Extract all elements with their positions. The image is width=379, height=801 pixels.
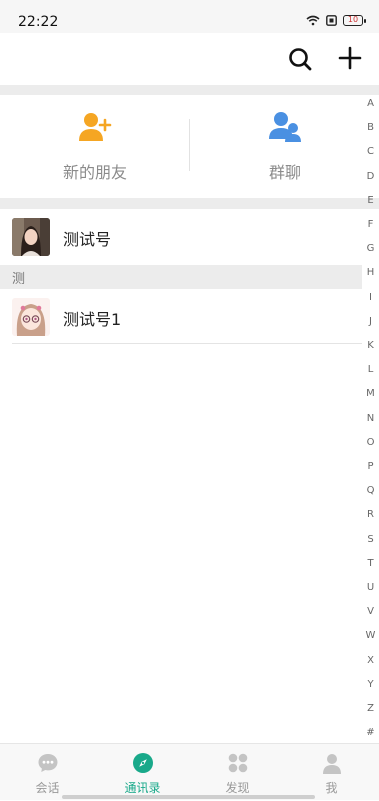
contact-row[interactable]: 测试号 (0, 209, 362, 264)
bottom-nav: 会话 通讯录 发现 我 (0, 743, 379, 800)
index-letter[interactable]: A (362, 98, 379, 109)
section-letter: 测 (12, 272, 26, 287)
chat-icon (38, 754, 57, 772)
index-letter[interactable]: L (362, 364, 379, 375)
index-letter[interactable]: G (362, 243, 379, 254)
index-letter[interactable]: O (362, 437, 379, 448)
add-friend-icon (79, 113, 112, 141)
search-icon[interactable] (287, 46, 313, 72)
index-letter[interactable]: # (362, 727, 379, 738)
nav-contacts[interactable]: 通讯录 (95, 744, 190, 801)
nav-discover-label: 发现 (225, 781, 250, 795)
index-letter[interactable]: R (362, 509, 379, 520)
index-letter[interactable]: Y (362, 679, 379, 690)
index-letter[interactable]: C (362, 146, 379, 157)
person-icon (322, 754, 341, 774)
index-letter[interactable]: N (362, 413, 379, 424)
index-letter[interactable]: M (362, 388, 379, 399)
contact-name: 测试号1 (63, 310, 122, 329)
avatar (12, 298, 50, 336)
index-letter[interactable]: E (362, 195, 379, 206)
contact-name: 测试号 (63, 230, 112, 249)
group-chat-entry[interactable]: 群聊 (190, 95, 379, 198)
index-letter[interactable]: S (362, 534, 379, 545)
index-letter[interactable]: D (362, 171, 379, 182)
section-header: 测 (0, 265, 362, 289)
index-letter[interactable]: T (362, 558, 379, 569)
group-chat-label: 群聊 (268, 163, 301, 182)
index-letter[interactable]: U (362, 582, 379, 593)
row-divider (12, 343, 362, 344)
new-friends-entry[interactable]: 新的朋友 (0, 95, 190, 198)
nav-discover[interactable]: 发现 (190, 744, 285, 801)
index-letter[interactable]: F (362, 219, 379, 230)
status-icons: 10 (306, 15, 366, 26)
nav-me-label: 我 (325, 781, 338, 795)
plus-icon[interactable] (337, 45, 363, 71)
index-letter[interactable]: J (362, 316, 379, 327)
index-letter[interactable]: K (362, 340, 379, 351)
index-letter[interactable]: H (362, 267, 379, 278)
nav-chats-label: 会话 (35, 781, 60, 795)
battery-icon: 10 (343, 15, 366, 26)
contact-row[interactable]: 测试号1 (0, 289, 362, 344)
alphabet-index[interactable]: A B C D E F G H I J K L M N O P Q R S T U V W X Y Z # (362, 95, 379, 743)
index-letter[interactable]: Z (362, 703, 379, 714)
index-letter[interactable]: X (362, 655, 379, 666)
index-letter[interactable]: Q (362, 485, 379, 496)
quick-entries: 新的朋友 群聊 (0, 95, 379, 198)
nav-contacts-label: 通讯录 (124, 781, 161, 795)
nav-me[interactable]: 我 (284, 744, 379, 801)
top-bar (0, 33, 379, 85)
index-letter[interactable]: I (362, 292, 379, 303)
home-indicator (62, 795, 315, 799)
nav-chats[interactable]: 会话 (0, 744, 95, 801)
separator (0, 85, 379, 95)
sim-icon (326, 15, 337, 26)
discover-icon (228, 753, 247, 773)
avatar (12, 218, 50, 256)
group-icon (269, 112, 301, 142)
separator (0, 198, 379, 209)
index-letter[interactable]: V (362, 606, 379, 617)
index-letter[interactable]: W (362, 630, 379, 641)
wifi-icon (306, 15, 320, 26)
index-letter[interactable]: B (362, 122, 379, 133)
index-letter[interactable]: P (362, 461, 379, 472)
compass-icon (132, 753, 153, 773)
status-bar: 22:22 10 (0, 0, 379, 33)
status-time: 22:22 (18, 14, 59, 30)
new-friends-label: 新的朋友 (62, 163, 127, 182)
